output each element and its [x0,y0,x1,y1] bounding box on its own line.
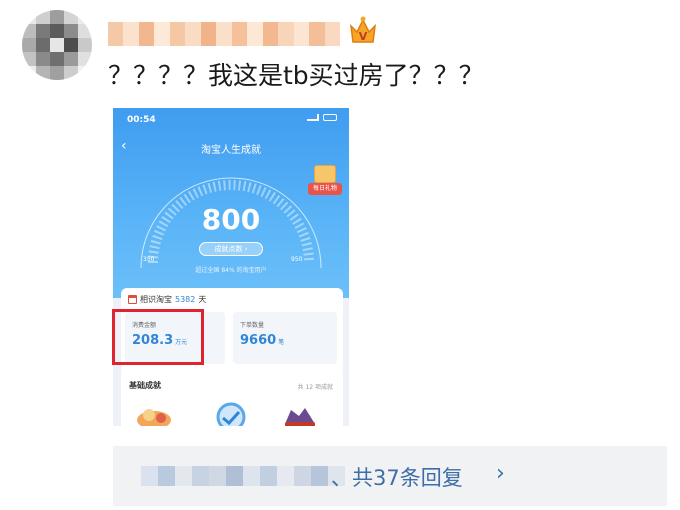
known-days-row: 相识淘宝 5382 天 [128,294,206,305]
known-days-unit: 天 [198,295,207,304]
achievement-badge-icon [216,402,246,426]
status-icons [307,114,337,121]
gauge-min-label: 350 [143,256,155,263]
username-blurred[interactable] [108,22,341,46]
screen-title: 淘宝人生成就 [201,145,261,156]
svg-text:V: V [359,30,368,43]
score-value: 800 [201,203,261,236]
beat-percentage-text: 超过全国 84% 的淘宝用户 [195,267,267,274]
achievement-badge-icon [137,409,171,426]
crown-icon: V [349,16,377,43]
orders-value: 9660 [240,333,277,348]
chevron-right-icon[interactable]: › [496,461,505,486]
spend-highlight-box [112,309,204,365]
known-label: 相识淘宝 [140,295,172,304]
basic-achievements: 基础成就 共 12 项成就 [121,372,343,426]
battery-icon [323,114,337,121]
replies-count-link[interactable]: 、共37条回复 [331,462,463,492]
replies-bar[interactable]: 、共37条回复 › [113,446,667,506]
achievement-points-button: 成就点数 › [199,242,263,256]
orders-value-row: 9660 笔 [240,333,284,348]
orders-stat: 下单数量 9660 笔 [233,312,337,364]
orders-unit: 笔 [278,339,285,346]
status-bar: 00:54 [113,108,349,134]
status-time: 00:54 [127,115,156,125]
basic-title: 基础成就 [129,381,161,390]
signal-icon [307,114,319,121]
embedded-screenshot[interactable]: 00:54 ‹ 淘宝人生成就 每日礼物 800 成就点数 › 350 950 超… [113,108,349,426]
comment-text: ？？？？我这是tb买过房了？？？ [108,61,484,90]
reply-users-blurred [141,466,345,486]
orders-label: 下单数量 [240,322,265,329]
calendar-icon [128,295,137,304]
user-avatar[interactable] [22,10,92,80]
known-days-value: 5382 [175,295,196,304]
achievement-badge-icon [285,408,315,426]
gauge-max-label: 950 [291,256,303,263]
basic-count: 共 12 项成就 [297,384,333,391]
